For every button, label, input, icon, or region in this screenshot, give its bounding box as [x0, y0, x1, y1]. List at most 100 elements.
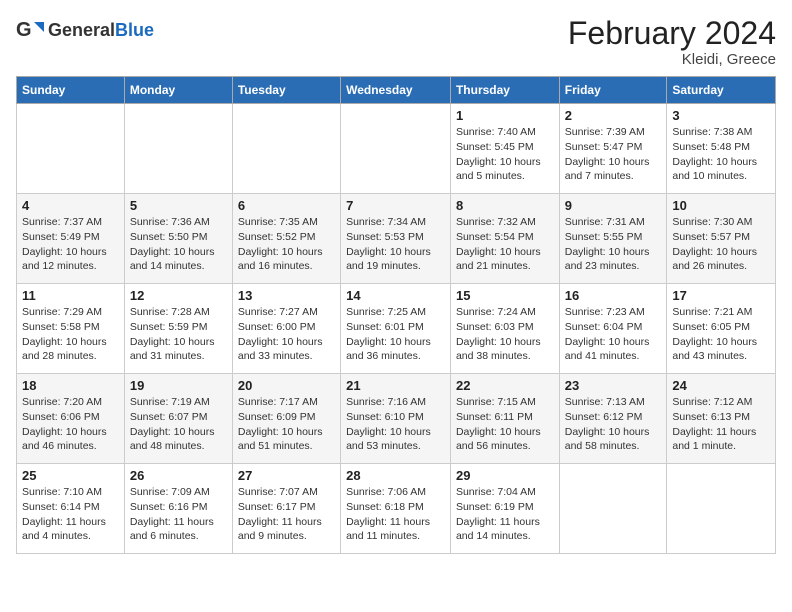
calendar-cell: 7Sunrise: 7:34 AMSunset: 5:53 PMDaylight… — [341, 194, 451, 284]
calendar-cell: 29 Sunrise: 7:04 AMSunset: 6:19 PMDayligh… — [450, 464, 559, 554]
day-info: Sunrise: 7:15 AMSunset: 6:11 PMDaylight:… — [456, 395, 554, 454]
day-info: Sunrise: 7:04 AMSunset: 6:19 PMDaylight:… — [456, 485, 554, 544]
day-info: Sunrise: 7:21 AMSunset: 6:05 PMDaylight:… — [672, 305, 770, 364]
day-number: 29 — [456, 468, 554, 483]
header-saturday: Saturday — [667, 77, 776, 104]
day-info: Sunrise: 7:28 AMSunset: 5:59 PMDaylight:… — [130, 305, 227, 364]
page-header: G GeneralBlue February 2024 Kleidi, Gree… — [16, 16, 776, 68]
title-block: February 2024 Kleidi, Greece — [568, 16, 776, 68]
day-info: Sunrise: 7:16 AMSunset: 6:10 PMDaylight:… — [346, 395, 445, 454]
calendar-cell — [17, 104, 125, 194]
day-number: 19 — [130, 378, 227, 393]
day-number: 21 — [346, 378, 445, 393]
calendar-cell: 10 Sunrise: 7:30 AMSunset: 5:57 PMDayligh… — [667, 194, 776, 284]
day-info: Sunrise: 7:37 AMSunset: 5:49 PMDaylight:… — [22, 215, 119, 274]
calendar-cell: 9 Sunrise: 7:31 AMSunset: 5:55 PMDaylight… — [559, 194, 667, 284]
calendar-cell: 2 Sunrise: 7:39 AMSunset: 5:47 PMDaylight… — [559, 104, 667, 194]
day-info: Sunrise: 7:23 AMSunset: 6:04 PMDaylight:… — [565, 305, 662, 364]
day-info: Sunrise: 7:27 AMSunset: 6:00 PMDaylight:… — [238, 305, 335, 364]
calendar-cell: 21 Sunrise: 7:16 AMSunset: 6:10 PMDayligh… — [341, 374, 451, 464]
calendar-cell — [124, 104, 232, 194]
day-info: Sunrise: 7:24 AMSunset: 6:03 PMDaylight:… — [456, 305, 554, 364]
header-friday: Friday — [559, 77, 667, 104]
day-number: 6 — [238, 198, 335, 213]
calendar-week-4: 25Sunrise: 7:10 AMSunset: 6:14 PMDayligh… — [17, 464, 776, 554]
header-wednesday: Wednesday — [341, 77, 451, 104]
day-info: Sunrise: 7:07 AMSunset: 6:17 PMDaylight:… — [238, 485, 335, 544]
calendar-cell: 22 Sunrise: 7:15 AMSunset: 6:11 PMDayligh… — [450, 374, 559, 464]
calendar-cell: 12 Sunrise: 7:28 AMSunset: 5:59 PMDayligh… — [124, 284, 232, 374]
day-info: Sunrise: 7:35 AMSunset: 5:52 PMDaylight:… — [238, 215, 335, 274]
calendar-cell: 11 Sunrise: 7:29 AMSunset: 5:58 PMDayligh… — [17, 284, 125, 374]
calendar-table: SundayMondayTuesdayWednesdayThursdayFrid… — [16, 76, 776, 554]
day-info: Sunrise: 7:39 AMSunset: 5:47 PMDaylight:… — [565, 125, 662, 184]
calendar-cell: 28Sunrise: 7:06 AMSunset: 6:18 PMDayligh… — [341, 464, 451, 554]
day-info: Sunrise: 7:20 AMSunset: 6:06 PMDaylight:… — [22, 395, 119, 454]
day-info: Sunrise: 7:30 AMSunset: 5:57 PMDaylight:… — [672, 215, 770, 274]
day-number: 17 — [672, 288, 770, 303]
day-number: 2 — [565, 108, 662, 123]
day-info: Sunrise: 7:36 AMSunset: 5:50 PMDaylight:… — [130, 215, 227, 274]
day-number: 28 — [346, 468, 445, 483]
calendar-cell: 27 Sunrise: 7:07 AMSunset: 6:17 PMDayligh… — [232, 464, 340, 554]
calendar-cell: 5 Sunrise: 7:36 AMSunset: 5:50 PMDaylight… — [124, 194, 232, 284]
calendar-cell: 8 Sunrise: 7:32 AMSunset: 5:54 PMDaylight… — [450, 194, 559, 284]
calendar-week-0: 1 Sunrise: 7:40 AMSunset: 5:45 PMDaylight… — [17, 104, 776, 194]
day-info: Sunrise: 7:25 AMSunset: 6:01 PMDaylight:… — [346, 305, 445, 364]
calendar-week-2: 11 Sunrise: 7:29 AMSunset: 5:58 PMDayligh… — [17, 284, 776, 374]
day-number: 9 — [565, 198, 662, 213]
logo-blue: Blue — [115, 20, 154, 40]
day-number: 23 — [565, 378, 662, 393]
header-sunday: Sunday — [17, 77, 125, 104]
day-info: Sunrise: 7:29 AMSunset: 5:58 PMDaylight:… — [22, 305, 119, 364]
day-number: 15 — [456, 288, 554, 303]
day-number: 8 — [456, 198, 554, 213]
day-info: Sunrise: 7:13 AMSunset: 6:12 PMDaylight:… — [565, 395, 662, 454]
calendar-cell — [232, 104, 340, 194]
header-thursday: Thursday — [450, 77, 559, 104]
day-info: Sunrise: 7:09 AMSunset: 6:16 PMDaylight:… — [130, 485, 227, 544]
month-title: February 2024 — [568, 16, 776, 51]
day-info: Sunrise: 7:31 AMSunset: 5:55 PMDaylight:… — [565, 215, 662, 274]
day-number: 12 — [130, 288, 227, 303]
calendar-cell — [667, 464, 776, 554]
day-number: 20 — [238, 378, 335, 393]
day-info: Sunrise: 7:17 AMSunset: 6:09 PMDaylight:… — [238, 395, 335, 454]
calendar-cell: 26 Sunrise: 7:09 AMSunset: 6:16 PMDayligh… — [124, 464, 232, 554]
day-number: 24 — [672, 378, 770, 393]
day-number: 26 — [130, 468, 227, 483]
calendar-cell: 24Sunrise: 7:12 AMSunset: 6:13 PMDayligh… — [667, 374, 776, 464]
day-number: 16 — [565, 288, 662, 303]
calendar-cell: 14 Sunrise: 7:25 AMSunset: 6:01 PMDayligh… — [341, 284, 451, 374]
day-number: 3 — [672, 108, 770, 123]
day-info: Sunrise: 7:34 AMSunset: 5:53 PMDaylight:… — [346, 215, 445, 274]
day-number: 1 — [456, 108, 554, 123]
day-number: 27 — [238, 468, 335, 483]
calendar-cell: 20 Sunrise: 7:17 AMSunset: 6:09 PMDayligh… — [232, 374, 340, 464]
calendar-cell: 18Sunrise: 7:20 AMSunset: 6:06 PMDayligh… — [17, 374, 125, 464]
calendar-week-3: 18Sunrise: 7:20 AMSunset: 6:06 PMDayligh… — [17, 374, 776, 464]
calendar-cell — [559, 464, 667, 554]
calendar-cell — [341, 104, 451, 194]
day-info: Sunrise: 7:32 AMSunset: 5:54 PMDaylight:… — [456, 215, 554, 274]
logo-icon: G — [16, 16, 44, 44]
day-info: Sunrise: 7:19 AMSunset: 6:07 PMDaylight:… — [130, 395, 227, 454]
calendar-header-row: SundayMondayTuesdayWednesdayThursdayFrid… — [17, 77, 776, 104]
header-tuesday: Tuesday — [232, 77, 340, 104]
calendar-cell: 15 Sunrise: 7:24 AMSunset: 6:03 PMDayligh… — [450, 284, 559, 374]
day-number: 4 — [22, 198, 119, 213]
day-info: Sunrise: 7:40 AMSunset: 5:45 PMDaylight:… — [456, 125, 554, 184]
header-monday: Monday — [124, 77, 232, 104]
calendar-cell: 3 Sunrise: 7:38 AMSunset: 5:48 PMDaylight… — [667, 104, 776, 194]
day-number: 10 — [672, 198, 770, 213]
svg-text:G: G — [16, 19, 32, 41]
day-info: Sunrise: 7:38 AMSunset: 5:48 PMDaylight:… — [672, 125, 770, 184]
day-number: 14 — [346, 288, 445, 303]
calendar-cell: 4 Sunrise: 7:37 AMSunset: 5:49 PMDaylight… — [17, 194, 125, 284]
day-number: 11 — [22, 288, 119, 303]
day-number: 5 — [130, 198, 227, 213]
day-number: 25 — [22, 468, 119, 483]
day-number: 13 — [238, 288, 335, 303]
day-number: 22 — [456, 378, 554, 393]
calendar-cell: 25Sunrise: 7:10 AMSunset: 6:14 PMDayligh… — [17, 464, 125, 554]
